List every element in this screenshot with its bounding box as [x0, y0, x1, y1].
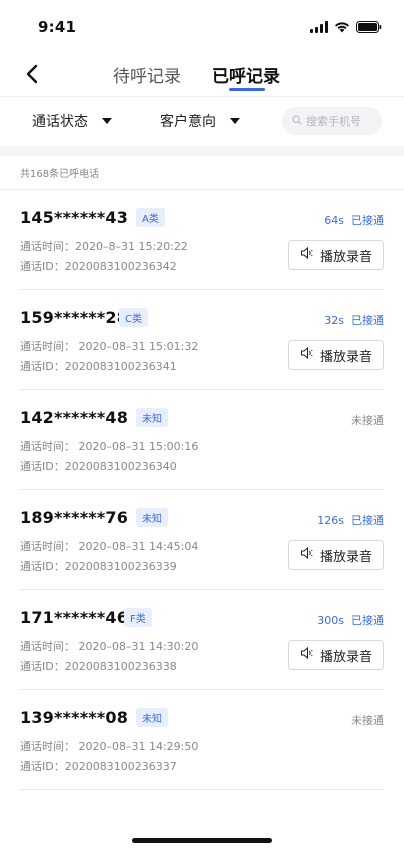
- intent-tag: 未知: [136, 508, 168, 527]
- call-time: 通话时间： 2020–08–31 15:01:32: [20, 340, 199, 353]
- call-status-text: 已接通: [351, 514, 384, 527]
- call-status-text: 已接通: [351, 314, 384, 327]
- intent-tag: 未知: [136, 408, 168, 427]
- play-recording-label: 播放录音: [319, 649, 372, 665]
- active-tab-indicator: [229, 88, 265, 91]
- call-status: 126s 已接通: [317, 512, 384, 528]
- signal-icon: [310, 21, 328, 33]
- call-status-filter[interactable]: 通话状态: [32, 111, 112, 131]
- call-duration: 126s: [317, 514, 344, 527]
- tabs: 待呼记录 已呼记录: [0, 54, 404, 94]
- call-duration: 300s: [317, 614, 344, 627]
- speaker-icon: [300, 346, 314, 364]
- phone-number: 139******08: [20, 708, 129, 727]
- phone-number: 189******76: [20, 508, 129, 527]
- call-id: 通话ID：2020083100236339: [20, 560, 177, 573]
- play-recording-button[interactable]: 播放录音: [288, 240, 384, 270]
- phone-number: 171******46: [20, 608, 129, 627]
- play-recording-button[interactable]: 播放录音: [288, 640, 384, 670]
- speaker-icon: [300, 646, 314, 664]
- wifi-icon: [334, 21, 350, 33]
- battery-icon: [356, 21, 382, 33]
- phone-number: 145******43: [20, 208, 129, 227]
- phone-number: 142******48: [20, 408, 129, 427]
- play-recording-button[interactable]: 播放录音: [288, 340, 384, 370]
- call-record-row[interactable]: 139******08 未知 未接通 通话时间： 2020–08–31 14:2…: [20, 690, 384, 790]
- call-id: 通话ID：2020083100236340: [20, 460, 177, 473]
- call-duration: 64s: [324, 214, 344, 227]
- play-recording-label: 播放录音: [319, 349, 372, 365]
- call-status: 未接通: [344, 712, 384, 728]
- phone-number: 159******28: [20, 308, 129, 327]
- caret-down-icon: [102, 118, 112, 124]
- call-status-text: 未接通: [351, 414, 384, 427]
- call-status: 300s 已接通: [317, 612, 384, 628]
- call-id: 通话ID：2020083100236341: [20, 360, 177, 373]
- intent-tag: F类: [124, 608, 152, 627]
- call-record-list: 共168条已呼电话 145******43 A类 64s 已接通 通话时间：20…: [0, 156, 404, 790]
- play-recording-button[interactable]: 播放录音: [288, 540, 384, 570]
- call-record-row[interactable]: 142******48 未知 未接通 通话时间： 2020–08–31 15:0…: [20, 390, 384, 490]
- speaker-icon: [300, 546, 314, 564]
- call-time: 通话时间： 2020–08–31 14:29:50: [20, 740, 199, 753]
- intent-tag: A类: [136, 208, 165, 227]
- nav-bar: 待呼记录 已呼记录: [0, 54, 404, 94]
- search-input[interactable]: 搜索手机号: [282, 107, 382, 135]
- status-time: 9:41: [38, 18, 77, 36]
- call-duration: 32s: [324, 314, 344, 327]
- status-icons: [310, 21, 382, 33]
- call-status: 未接通: [344, 412, 384, 428]
- call-record-row[interactable]: 145******43 A类 64s 已接通 通话时间：2020–8–31 15…: [20, 190, 384, 290]
- call-id: 通话ID：2020083100236342: [20, 260, 177, 273]
- intent-tag: C类: [119, 308, 148, 327]
- call-time: 通话时间：2020–8–31 15:20:22: [20, 240, 188, 253]
- intent-tag: 未知: [136, 708, 168, 727]
- tab-completed-calls[interactable]: 已呼记录: [212, 62, 280, 87]
- status-bar: 9:41: [0, 0, 404, 54]
- section-divider: [0, 146, 404, 156]
- speaker-icon: [300, 246, 314, 264]
- tab-pending-calls[interactable]: 待呼记录: [113, 62, 181, 87]
- call-time: 通话时间： 2020–08–31 15:00:16: [20, 440, 199, 453]
- caret-down-icon: [230, 118, 240, 124]
- call-status-text: 未接通: [351, 714, 384, 727]
- call-record-row[interactable]: 171******46 F类 300s 已接通 通话时间： 2020–08–31…: [20, 590, 384, 690]
- call-time: 通话时间： 2020–08–31 14:30:20: [20, 640, 199, 653]
- call-status-text: 已接通: [351, 614, 384, 627]
- call-status-text: 已接通: [351, 214, 384, 227]
- call-id: 通话ID：2020083100236338: [20, 660, 177, 673]
- call-record-row[interactable]: 159******28 C类 32s 已接通 通话时间： 2020–08–31 …: [20, 290, 384, 390]
- filter-bar: 通话状态 客户意向 搜索手机号: [0, 96, 404, 146]
- customer-intent-filter[interactable]: 客户意向: [160, 111, 240, 131]
- call-id: 通话ID：2020083100236337: [20, 760, 177, 773]
- call-time: 通话时间： 2020–08–31 14:45:04: [20, 540, 199, 553]
- search-icon: [292, 114, 302, 128]
- call-record-row[interactable]: 189******76 未知 126s 已接通 通话时间： 2020–08–31…: [20, 490, 384, 590]
- customer-intent-filter-label: 客户意向: [160, 114, 216, 130]
- home-indicator: [132, 838, 272, 843]
- call-status: 32s 已接通: [324, 312, 384, 328]
- record-summary: 共168条已呼电话: [0, 156, 404, 190]
- search-placeholder: 搜索手机号: [306, 115, 361, 128]
- call-status-filter-label: 通话状态: [32, 114, 88, 130]
- play-recording-label: 播放录音: [319, 249, 372, 265]
- play-recording-label: 播放录音: [319, 549, 372, 565]
- call-status: 64s 已接通: [324, 212, 384, 228]
